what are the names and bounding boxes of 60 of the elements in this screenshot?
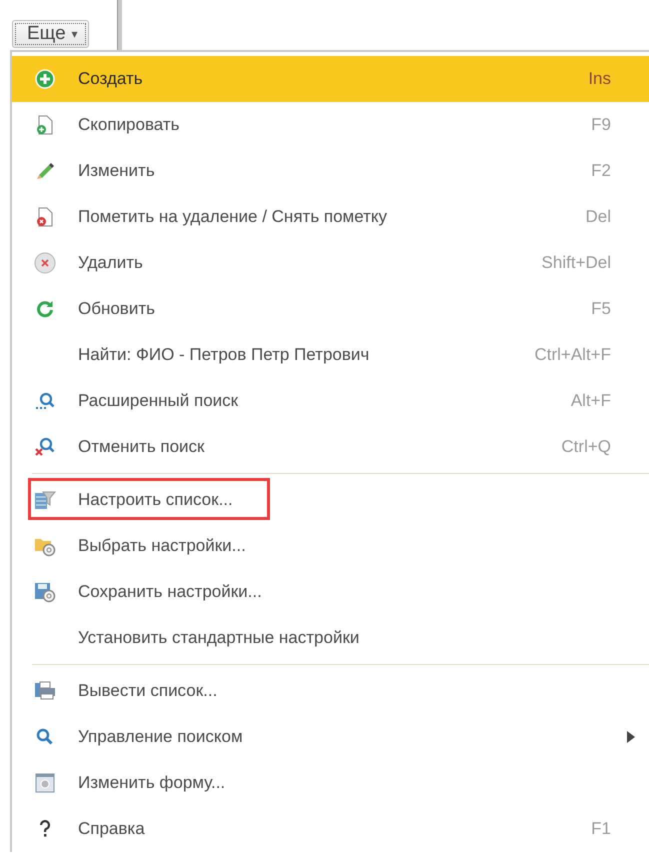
printer-icon [34, 681, 56, 701]
menu-item-label: Сохранить настройки... [78, 582, 262, 602]
form-settings-icon [35, 773, 55, 793]
menu-item[interactable]: Изменить форму... [12, 760, 649, 806]
menu-item[interactable]: Пометить на удаление / Снять пометку Del [12, 194, 649, 240]
menu-item[interactable]: Найти: ФИО - Петров Петр Петрович Ctrl+Alt+F [12, 332, 649, 378]
menu-item-label: Расширенный поиск [78, 391, 238, 411]
menu-item-label: Изменить [78, 161, 155, 181]
document-plus-icon [36, 115, 54, 135]
menu-item[interactable]: Выбрать настройки... [12, 523, 649, 569]
menu-item[interactable]: Отменить поиск Ctrl+Q [12, 424, 649, 470]
menu-item-label: Скопировать [78, 115, 180, 135]
menu-item-label: Установить стандартные настройки [78, 628, 360, 648]
menu-item-label: Найти: ФИО - Петров Петр Петрович [78, 345, 370, 365]
cross-circle-icon [34, 252, 56, 274]
search-icon [36, 728, 54, 746]
menu-item[interactable]: Скопировать F9 [12, 102, 649, 148]
menu-item[interactable]: Обновить F5 [12, 286, 649, 332]
menu-item[interactable]: Сохранить настройки... [12, 569, 649, 615]
search-dots-icon [35, 392, 55, 410]
menu-item[interactable]: Управление поиском [12, 714, 649, 760]
pencil-icon [35, 161, 55, 181]
menu-item[interactable]: Создать Ins [12, 56, 649, 102]
question-icon [38, 819, 52, 839]
list-filter-icon [34, 490, 56, 510]
shortcut-text: Del [585, 207, 612, 227]
shortcut-text: Ctrl+Q [561, 437, 612, 457]
plus-circle-icon [35, 69, 55, 89]
menu-item-label: Настроить список... [78, 490, 233, 510]
caret-icon: ▾ [72, 27, 78, 41]
more-button[interactable]: Еще ▾ [12, 20, 89, 48]
menu-item-label: Создать [78, 69, 143, 89]
search-cancel-icon [35, 437, 55, 457]
menu-item[interactable]: Справка F1 [12, 806, 649, 852]
shortcut-text: F1 [591, 819, 612, 839]
menu-item[interactable]: Установить стандартные настройки [12, 615, 649, 661]
disk-gear-icon [34, 581, 56, 603]
menu-item[interactable]: Вывести список... [12, 668, 649, 714]
shortcut-text: F5 [591, 299, 612, 319]
menu-item-label: Изменить форму... [78, 773, 226, 793]
menu-item-label: Справка [78, 819, 145, 839]
menu-item[interactable]: Изменить F2 [12, 148, 649, 194]
shortcut-text: Shift+Del [542, 253, 612, 273]
menu-item[interactable]: Расширенный поиск Alt+F [12, 378, 649, 424]
shortcut-text: Ctrl+Alt+F [534, 345, 612, 365]
shortcut-text: Ins [588, 69, 612, 89]
menu-item-label: Обновить [78, 299, 155, 319]
shortcut-text: Alt+F [570, 391, 612, 411]
menu-item[interactable]: Настроить список... [12, 477, 649, 523]
menu-item-label: Выбрать настройки... [78, 536, 246, 556]
menu-item-label: Вывести список... [78, 681, 218, 701]
menu-item-label: Пометить на удаление / Снять пометку [78, 207, 388, 227]
menu-item[interactable]: Удалить Shift+Del [12, 240, 649, 286]
refresh-icon [36, 300, 54, 318]
document-delete-icon [36, 207, 54, 227]
menu-item-label: Отменить поиск [78, 437, 204, 457]
shortcut-text: F2 [591, 161, 612, 181]
menu-item-label: Удалить [78, 253, 143, 273]
menu-item-label: Управление поиском [78, 727, 243, 747]
shortcut-text: F9 [591, 115, 612, 135]
